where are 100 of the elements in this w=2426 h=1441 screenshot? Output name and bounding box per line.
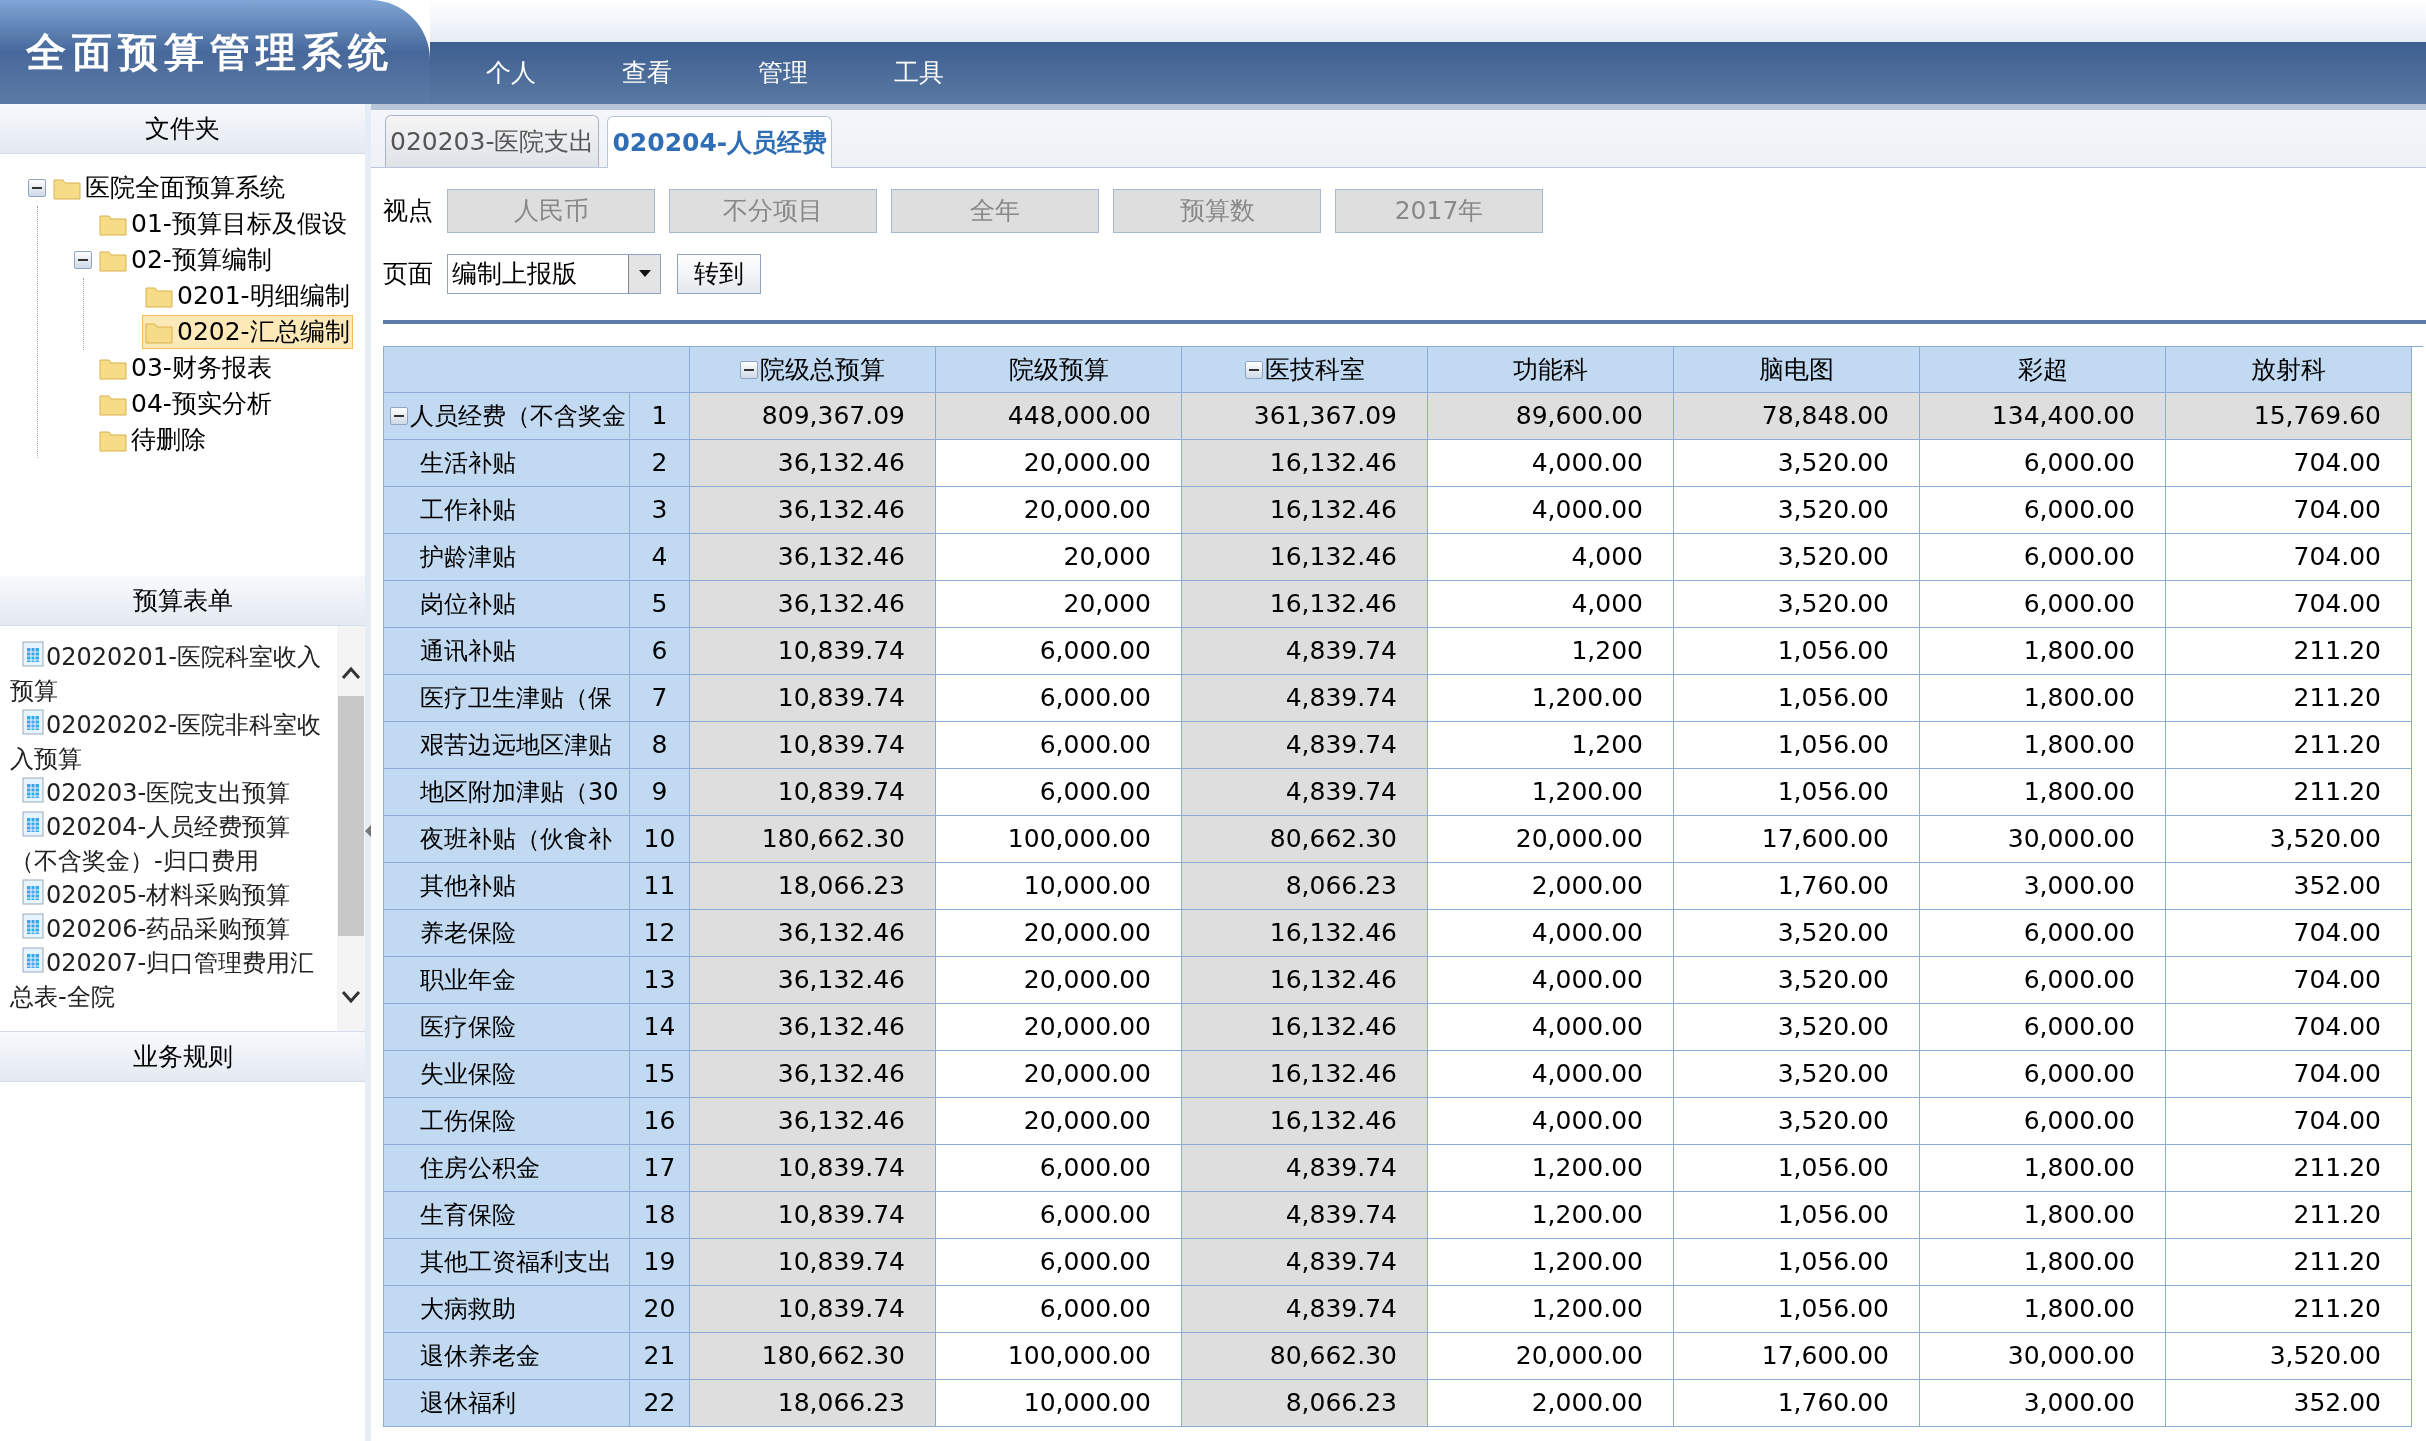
- value-cell: 6,000.00: [936, 628, 1182, 675]
- form-list-item[interactable]: 020206-药品采购预算: [10, 912, 337, 946]
- tree-item[interactable]: 03-财务报表: [96, 351, 275, 385]
- row-label-cell: 退休福利: [384, 1380, 630, 1427]
- tab[interactable]: 020204-人员经费: [607, 116, 833, 168]
- collapse-icon[interactable]: [740, 360, 758, 379]
- value-cell: 4,839.74: [1182, 722, 1428, 769]
- row-label-cell: 退休养老金: [384, 1333, 630, 1380]
- value-cell: 1,200.00: [1428, 1286, 1674, 1333]
- panel-header[interactable]: 文件夹: [0, 104, 365, 154]
- value-cell: 6,000.00: [936, 1239, 1182, 1286]
- form-list-item[interactable]: 020207-归口管理费用汇总表-全院: [10, 946, 337, 1014]
- value-cell: 4,000.00: [1428, 957, 1674, 1004]
- value-cell: 1,200.00: [1428, 1145, 1674, 1192]
- collapse-icon[interactable]: [74, 251, 92, 269]
- value-cell: 20,000.00: [936, 440, 1182, 487]
- collapse-icon[interactable]: [28, 179, 46, 197]
- value-cell: 6,000.00: [936, 1286, 1182, 1333]
- value-cell: 3,520.00: [1674, 581, 1920, 628]
- menu-item[interactable]: 管理: [758, 54, 894, 92]
- value-cell: 3,520.00: [1674, 534, 1920, 581]
- value-cell: 10,839.74: [690, 769, 936, 816]
- value-cell: 78,848.00: [1674, 393, 1920, 440]
- value-cell: 10,839.74: [690, 1239, 936, 1286]
- column-header: 脑电图: [1674, 347, 1920, 393]
- row-label-cell: 养老保险: [384, 910, 630, 957]
- tree-item[interactable]: 0202-汇总编制: [142, 315, 353, 349]
- spreadsheet-icon: [22, 641, 44, 667]
- tree-item[interactable]: 02-预算编制: [96, 243, 275, 277]
- value-cell: 36,132.46: [690, 957, 936, 1004]
- row-label-cell: 岗位补贴: [384, 581, 630, 628]
- value-cell: 704.00: [2166, 440, 2412, 487]
- value-cell: 4,839.74: [1182, 1192, 1428, 1239]
- column-header: 放射科: [2166, 347, 2412, 393]
- value-cell: 1,200.00: [1428, 675, 1674, 722]
- value-cell: 20,000: [936, 581, 1182, 628]
- value-cell: 1,760.00: [1674, 863, 1920, 910]
- value-cell: 1,056.00: [1674, 1145, 1920, 1192]
- value-cell: 211.20: [2166, 1286, 2412, 1333]
- form-list-item[interactable]: 020204-人员经费预算（不含奖金）-归口费用: [10, 810, 337, 878]
- collapse-icon[interactable]: [390, 407, 408, 425]
- tree-item[interactable]: 01-预算目标及假设: [96, 207, 350, 241]
- value-cell: 16,132.46: [1182, 534, 1428, 581]
- value-cell: 1,200: [1428, 722, 1674, 769]
- tree-item[interactable]: 医院全面预算系统: [50, 171, 288, 205]
- form-list-item[interactable]: 020203-医院支出预算: [10, 776, 337, 810]
- panel-header[interactable]: 预算表单: [0, 576, 365, 626]
- row-number-cell: 14: [630, 1004, 690, 1051]
- value-cell: 10,000.00: [936, 863, 1182, 910]
- row-number-cell: 15: [630, 1051, 690, 1098]
- menu-item[interactable]: 工具: [894, 54, 1030, 92]
- value-cell: 36,132.46: [690, 534, 936, 581]
- menu-item[interactable]: 个人: [486, 54, 622, 92]
- value-cell: 16,132.46: [1182, 910, 1428, 957]
- menu-item[interactable]: 查看: [622, 54, 758, 92]
- value-cell: 16,132.46: [1182, 487, 1428, 534]
- form-list-item[interactable]: 020205-材料采购预算: [10, 878, 337, 912]
- folder-icon: [145, 284, 173, 308]
- value-cell: 4,839.74: [1182, 1286, 1428, 1333]
- app-title: 全面预算管理系统: [26, 28, 394, 77]
- value-cell: 16,132.46: [1182, 1098, 1428, 1145]
- page-select[interactable]: 编制上报版: [447, 254, 661, 294]
- value-cell: 8,066.23: [1182, 863, 1428, 910]
- value-cell: 20,000.00: [936, 910, 1182, 957]
- form-list-item[interactable]: 02020202-医院非科室收入预算: [10, 708, 337, 776]
- value-cell: 6,000.00: [1920, 1098, 2166, 1145]
- row-label-cell: 失业保险: [384, 1051, 630, 1098]
- value-cell: 6,000.00: [1920, 487, 2166, 534]
- value-cell: 6,000.00: [936, 769, 1182, 816]
- spreadsheet-icon: [22, 879, 44, 905]
- tree-item[interactable]: 0201-明细编制: [142, 279, 353, 313]
- value-cell: 211.20: [2166, 1145, 2412, 1192]
- value-cell: 4,000: [1428, 581, 1674, 628]
- scroll-up-icon[interactable]: [341, 666, 361, 680]
- value-cell: 17,600.00: [1674, 1333, 1920, 1380]
- value-cell: 2,000.00: [1428, 1380, 1674, 1427]
- value-cell: 1,800.00: [1920, 628, 2166, 675]
- tree-item[interactable]: 待删除: [96, 423, 209, 457]
- value-cell: 3,520.00: [1674, 1098, 1920, 1145]
- value-cell: 704.00: [2166, 957, 2412, 1004]
- scrollbar[interactable]: [337, 626, 365, 1031]
- value-cell: 3,000.00: [1920, 863, 2166, 910]
- value-cell: 89,600.00: [1428, 393, 1674, 440]
- value-cell: 17,600.00: [1674, 816, 1920, 863]
- collapse-icon[interactable]: [1244, 360, 1263, 379]
- tree-item[interactable]: 04-预实分析: [96, 387, 275, 421]
- value-cell: 6,000.00: [936, 675, 1182, 722]
- go-button[interactable]: 转到: [677, 254, 761, 294]
- value-cell: 10,839.74: [690, 1192, 936, 1239]
- row-label-cell: 人员经费（不含奖金: [384, 393, 630, 440]
- form-list-item[interactable]: 02020201-医院科室收入预算: [10, 640, 337, 708]
- value-cell: 4,839.74: [1182, 675, 1428, 722]
- tab[interactable]: 020203-医院支出: [385, 115, 600, 167]
- value-cell: 18,066.23: [690, 1380, 936, 1427]
- value-cell: 4,000.00: [1428, 910, 1674, 957]
- scroll-down-icon[interactable]: [341, 990, 361, 1004]
- row-number-cell: 5: [630, 581, 690, 628]
- panel-header[interactable]: 业务规则: [0, 1032, 365, 1082]
- column-header: 医技科室: [1182, 347, 1428, 393]
- value-cell: 15,769.60: [2166, 393, 2412, 440]
